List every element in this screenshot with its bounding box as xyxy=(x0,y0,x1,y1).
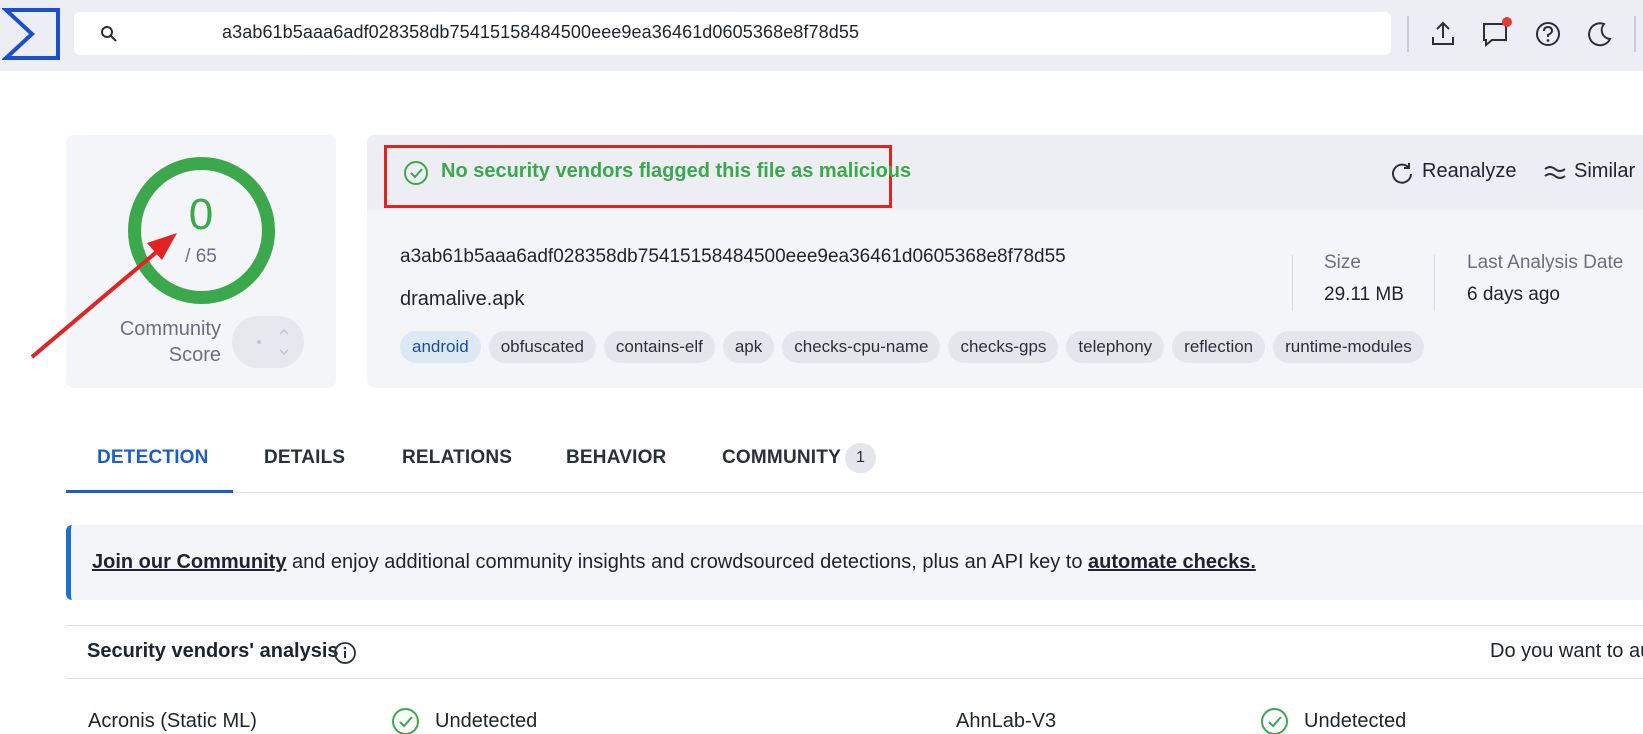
check-circle-icon xyxy=(1261,708,1288,734)
tag[interactable]: runtime-modules xyxy=(1273,331,1424,363)
tag[interactable]: android xyxy=(400,331,481,363)
search-input[interactable]: a3ab61b5aaa6adf028358db75415158484500eee… xyxy=(222,22,859,43)
notification-badge xyxy=(1502,17,1512,27)
verdict-text: No security vendors flagged this file as… xyxy=(441,160,912,182)
tag[interactable]: contains-elf xyxy=(603,331,715,363)
tag[interactable]: reflection xyxy=(1172,331,1266,363)
detection-total: / 65 xyxy=(185,246,217,267)
vendor-name: AhnLab-V3 xyxy=(956,710,1057,732)
tag[interactable]: apk xyxy=(722,331,775,363)
last-analysis-label: Last Analysis Date xyxy=(1467,252,1624,273)
community-banner-text: Join our Community and enjoy additional … xyxy=(92,551,1256,573)
file-hash: a3ab61b5aaa6adf028358db75415158484500eee… xyxy=(400,246,1066,267)
vendors-section-title: Security vendors' analysis xyxy=(87,640,339,662)
similar-button[interactable]: Similar xyxy=(1574,160,1635,183)
metadata-divider xyxy=(1434,255,1435,311)
file-tags: android obfuscated contains-elf apk checks-c… xyxy=(400,331,1432,363)
community-score-toggle[interactable] xyxy=(232,316,304,368)
community-score-label: Community Score xyxy=(119,318,221,366)
virustotal-logo[interactable] xyxy=(2,8,60,60)
vendor-status: Undetected xyxy=(1304,710,1407,732)
search-icon xyxy=(101,26,117,42)
check-circle-icon xyxy=(392,708,419,734)
dark-mode-icon[interactable] xyxy=(1585,19,1615,49)
similar-icon[interactable] xyxy=(1543,163,1567,183)
vendor-results-table xyxy=(66,678,1643,734)
automate-prompt: Do you want to au xyxy=(1490,640,1643,662)
metadata-divider xyxy=(1292,255,1293,311)
tab-details[interactable]: DETAILS xyxy=(264,447,345,469)
reanalyze-icon[interactable] xyxy=(1390,161,1414,185)
tab-behavior[interactable]: BEHAVIOR xyxy=(566,447,666,469)
toolbar-divider xyxy=(1634,16,1636,52)
info-icon[interactable] xyxy=(333,641,357,665)
file-name: dramalive.apk xyxy=(400,288,525,310)
tag[interactable]: telephony xyxy=(1066,331,1165,363)
active-tab-indicator xyxy=(66,490,233,493)
upload-icon[interactable] xyxy=(1428,19,1458,49)
tab-detection[interactable]: DETECTION xyxy=(97,447,209,469)
section-divider xyxy=(66,625,1643,626)
join-community-link[interactable]: Join our Community xyxy=(92,551,286,573)
last-analysis-value: 6 days ago xyxy=(1467,284,1560,305)
size-label: Size xyxy=(1324,252,1361,273)
toolbar-divider xyxy=(1407,16,1409,52)
check-circle-icon xyxy=(404,161,428,185)
automate-checks-link[interactable]: automate checks. xyxy=(1088,551,1256,573)
size-value: 29.11 MB xyxy=(1324,284,1404,305)
reanalyze-button[interactable]: Reanalyze xyxy=(1422,160,1517,183)
vendor-name: Acronis (Static ML) xyxy=(88,710,257,732)
tab-relations[interactable]: RELATIONS xyxy=(402,447,512,469)
tabs-divider xyxy=(66,492,1643,493)
tag[interactable]: checks-cpu-name xyxy=(782,331,941,363)
help-icon[interactable] xyxy=(1533,19,1563,49)
detection-score: 0 xyxy=(188,190,214,239)
tag[interactable]: checks-gps xyxy=(948,331,1059,363)
search-box[interactable]: a3ab61b5aaa6adf028358db75415158484500eee… xyxy=(74,12,1391,55)
tab-community[interactable]: COMMUNITY xyxy=(722,447,841,469)
tag[interactable]: obfuscated xyxy=(488,331,596,363)
vendor-status: Undetected xyxy=(435,710,538,732)
community-count-badge: 1 xyxy=(845,443,876,473)
